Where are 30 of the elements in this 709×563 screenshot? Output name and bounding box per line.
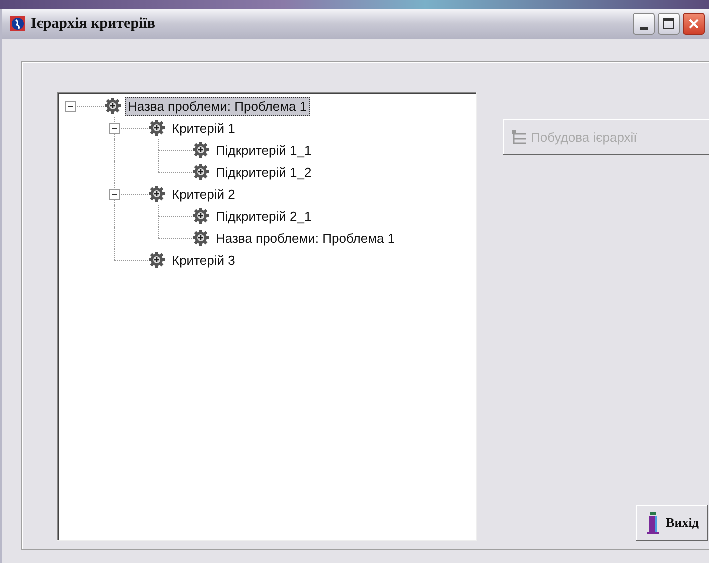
minimize-icon <box>640 26 648 30</box>
close-button[interactable] <box>683 13 705 35</box>
window-title: Ієрархія критеріїв <box>31 16 156 32</box>
tree-icon <box>512 130 526 144</box>
tree-item[interactable]: Критерій 2 <box>169 184 238 204</box>
gear-icon <box>104 97 122 115</box>
gear-icon <box>148 119 166 137</box>
gear-icon <box>192 163 210 181</box>
gear-icon <box>192 229 210 247</box>
minimize-button[interactable] <box>633 13 655 35</box>
tree-expander[interactable] <box>109 189 120 200</box>
tree-expander[interactable] <box>109 123 120 134</box>
tree-item[interactable]: Критерій 1 <box>169 118 238 138</box>
door-icon <box>645 511 662 535</box>
gear-icon <box>192 207 210 225</box>
exit-button[interactable]: Вихід <box>636 505 708 541</box>
tree-item[interactable]: Критерій 3 <box>169 250 238 270</box>
tree-item[interactable]: Назва проблеми: Проблема 1 <box>125 96 310 116</box>
tree-item[interactable]: Підкритерій 1_2 <box>213 162 315 182</box>
gear-icon <box>148 251 166 269</box>
maximize-icon <box>663 18 675 30</box>
maximize-button[interactable] <box>658 13 680 35</box>
gear-icon <box>192 141 210 159</box>
tree-item[interactable]: Підкритерій 2_1 <box>213 206 315 226</box>
app-icon <box>10 16 26 32</box>
gear-icon <box>148 185 166 203</box>
tree-item[interactable]: Підкритерій 1_1 <box>213 140 315 160</box>
tree-expander[interactable] <box>65 101 76 112</box>
tree-item[interactable]: Назва проблеми: Проблема 1 <box>213 228 398 248</box>
close-icon <box>689 19 699 29</box>
